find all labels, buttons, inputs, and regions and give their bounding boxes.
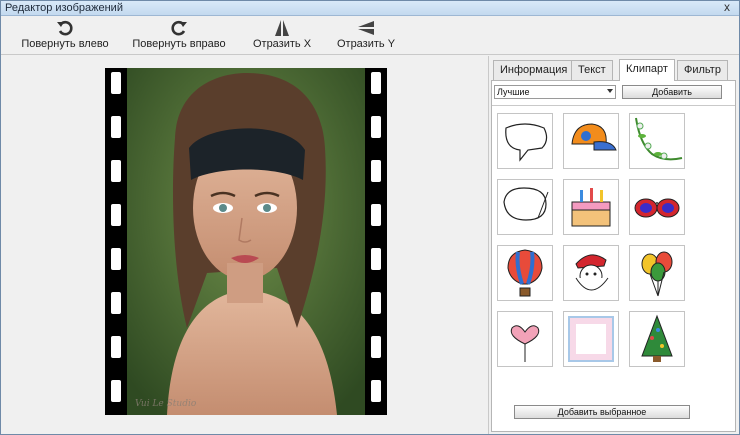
clipart-sunglasses[interactable] bbox=[629, 179, 685, 235]
photo-frame-icon bbox=[568, 316, 614, 362]
side-panel: Информация Текст Клипарт Фильтр Лучшие Д… bbox=[488, 56, 739, 434]
sunglasses-icon bbox=[634, 198, 680, 218]
clipart-santa[interactable] bbox=[563, 245, 619, 301]
rotate-right-button[interactable]: Повернуть вправо bbox=[129, 19, 229, 53]
flip-y-icon bbox=[358, 21, 374, 35]
tab-filter[interactable]: Фильтр bbox=[677, 60, 728, 80]
portrait-image bbox=[127, 68, 365, 415]
hot-air-balloon-icon bbox=[507, 249, 543, 297]
birthday-cake-icon bbox=[571, 188, 611, 227]
rotate-left-label: Повернуть влево bbox=[21, 38, 109, 50]
christmas-tree-icon bbox=[641, 314, 673, 362]
category-select[interactable]: Лучшие bbox=[494, 85, 616, 99]
tab-clipart[interactable]: Клипарт bbox=[619, 59, 675, 81]
film-strip-left bbox=[105, 68, 127, 415]
image-canvas[interactable]: Vui Le Studio bbox=[2, 56, 486, 434]
clipart-heart-balloons[interactable] bbox=[497, 311, 553, 367]
clipart-christmas-tree[interactable] bbox=[629, 311, 685, 367]
tab-text[interactable]: Текст bbox=[571, 60, 613, 80]
edited-photo: Vui Le Studio bbox=[105, 68, 387, 415]
rotate-right-icon bbox=[171, 20, 187, 36]
flip-x-icon bbox=[275, 20, 289, 36]
thought-bubble-icon bbox=[503, 187, 549, 221]
rotate-left-button[interactable]: Повернуть влево bbox=[19, 19, 111, 53]
flip-x-button[interactable]: Отразить X bbox=[249, 19, 315, 53]
rotate-left-icon bbox=[57, 20, 73, 36]
clipart-hot-air-balloon[interactable] bbox=[497, 245, 553, 301]
heart-balloons-icon bbox=[510, 325, 540, 362]
flip-x-label: Отразить X bbox=[252, 38, 312, 50]
clipart-photo-frame[interactable] bbox=[563, 311, 619, 367]
add-selected-button[interactable]: Добавить выбранное bbox=[514, 405, 690, 419]
close-icon[interactable]: x bbox=[721, 1, 733, 14]
balloons-icon bbox=[641, 251, 673, 297]
watermark-signature: Vui Le Studio bbox=[135, 399, 197, 409]
flip-y-button[interactable]: Отразить Y bbox=[333, 19, 399, 53]
clipart-flower-corner[interactable] bbox=[629, 113, 685, 169]
clipart-cap[interactable] bbox=[563, 113, 619, 169]
editor-window: Редактор изображений x Повернуть влево П… bbox=[0, 0, 740, 435]
cap-icon bbox=[571, 123, 617, 151]
speech-bubble-icon bbox=[505, 123, 548, 162]
title-bar: Редактор изображений x bbox=[1, 1, 739, 16]
rotate-right-label: Повернуть вправо bbox=[132, 38, 226, 50]
tab-info[interactable]: Информация bbox=[493, 60, 575, 80]
toolbar: Повернуть влево Повернуть вправо Отразит… bbox=[1, 17, 739, 55]
add-button[interactable]: Добавить bbox=[622, 85, 722, 99]
flower-corner-icon bbox=[635, 117, 683, 161]
clipart-panel: Лучшие Добавить Добавить выбранное bbox=[491, 80, 736, 432]
clipart-birthday-cake[interactable] bbox=[563, 179, 619, 235]
category-select-value: Лучшие bbox=[497, 87, 530, 97]
window-title: Редактор изображений bbox=[5, 2, 123, 14]
flip-y-label: Отразить Y bbox=[336, 38, 396, 50]
chevron-down-icon bbox=[607, 89, 613, 93]
clipart-speech-bubble[interactable] bbox=[497, 113, 553, 169]
film-strip-right bbox=[365, 68, 387, 415]
santa-icon bbox=[575, 254, 609, 291]
clipart-balloons[interactable] bbox=[629, 245, 685, 301]
clipart-thought-bubble[interactable] bbox=[497, 179, 553, 235]
